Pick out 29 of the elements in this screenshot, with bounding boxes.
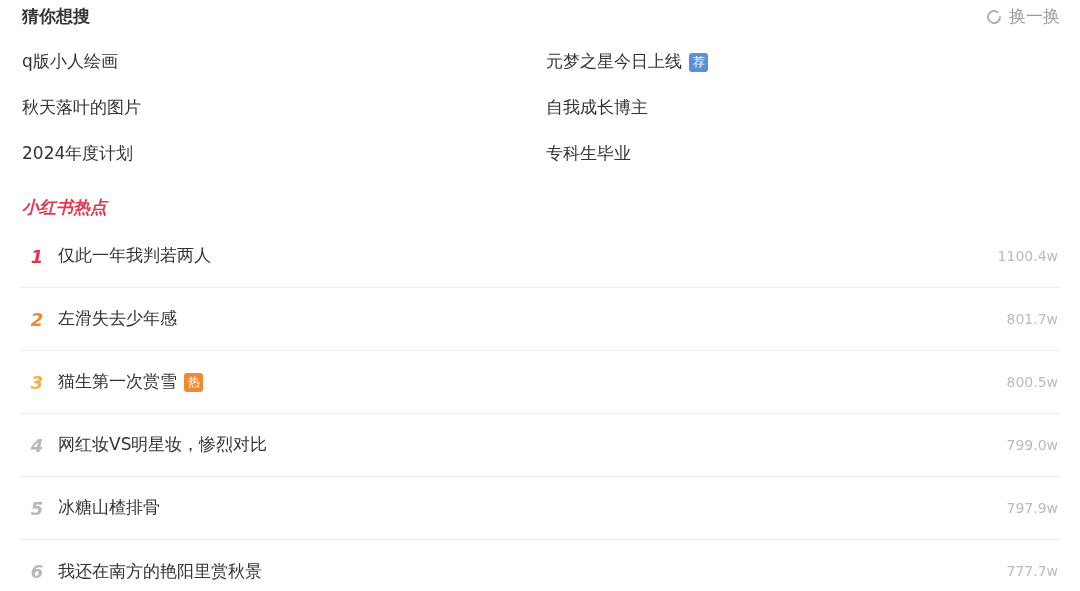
hot-topic-link[interactable]: 网红妆VS明星妆，惨烈对比 [58, 432, 268, 458]
hot-topic-link[interactable]: 我还在南方的艳阳里赏秋景 [58, 558, 262, 585]
rank-number: 3 [29, 370, 45, 395]
suggestion-link[interactable]: 元梦之星今日上线 [546, 49, 682, 75]
heat-count: 801.7w [1006, 309, 1058, 329]
hot-topics-title: 小红书热点 [22, 196, 107, 220]
suggestion-link[interactable]: 秋天落叶的图片 [22, 95, 141, 121]
recommend-badge: 荐 [689, 52, 708, 72]
rank-number: 4 [29, 433, 45, 458]
rank-number: 6 [29, 560, 45, 584]
heat-count: 797.9w [1006, 498, 1058, 518]
rank-number: 1 [29, 244, 45, 269]
hot-topic-link[interactable]: 冰糖山楂排骨 [58, 495, 160, 521]
hot-topic-link[interactable]: 仅此一年我判若两人 [58, 243, 211, 269]
hot-badge: 热 [184, 372, 203, 392]
suggestion-link[interactable]: 专科生毕业 [546, 141, 631, 167]
rank-number: 2 [29, 307, 45, 332]
suggestion-link[interactable]: 自我成长博主 [546, 95, 648, 121]
section-title: 猜你想搜 [22, 5, 90, 29]
hot-topic-link[interactable]: 左滑失去少年感 [58, 306, 177, 332]
heat-count: 777.7w [1006, 562, 1058, 581]
rank-number: 5 [29, 496, 45, 521]
refresh-icon [985, 8, 1003, 26]
hot-topic-link[interactable]: 猫生第一次赏雪 [58, 369, 177, 395]
suggestion-link[interactable]: 2024年度计划 [22, 141, 134, 167]
suggestion-link[interactable]: q版小人绘画 [22, 49, 118, 75]
heat-count: 1100.4w [997, 246, 1058, 266]
heat-count: 799.0w [1006, 435, 1058, 455]
heat-count: 800.5w [1006, 372, 1058, 392]
